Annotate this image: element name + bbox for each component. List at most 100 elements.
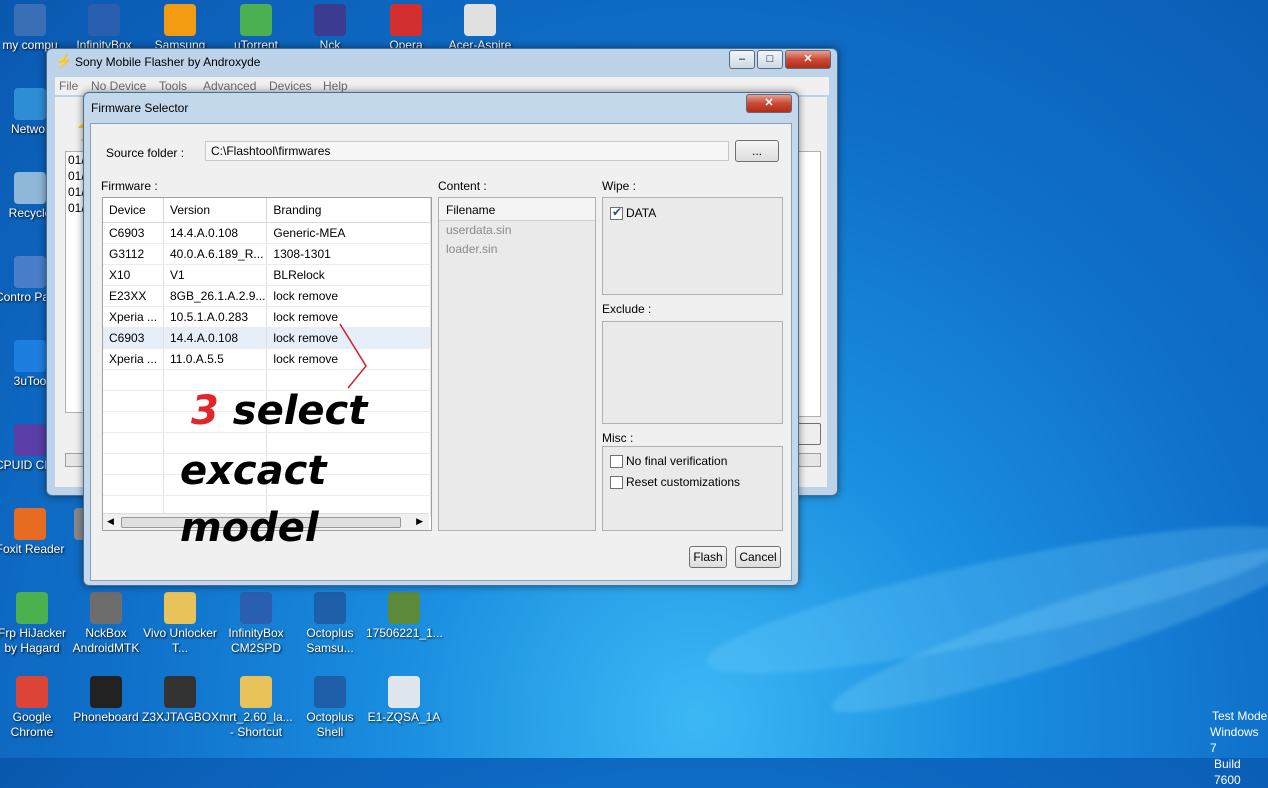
checkbox-row[interactable]: ✔ DATA bbox=[610, 205, 775, 221]
dialog-close-button[interactable]: ✕ bbox=[746, 94, 792, 113]
desktop-icon-label: Octoplus Samsu... bbox=[306, 626, 354, 655]
cell-device: C6903 bbox=[103, 222, 164, 244]
desktop-icon[interactable]: Vivo Unlocker T... bbox=[142, 592, 218, 656]
column-branding[interactable]: Branding bbox=[266, 198, 431, 223]
folder-icon bbox=[240, 676, 272, 708]
desktop-icon-label: Z3XJTAGBOX bbox=[142, 710, 220, 724]
desktop-icon[interactable]: Octoplus Samsu... bbox=[292, 592, 368, 656]
column-device[interactable]: Device bbox=[103, 198, 164, 223]
chip-icon bbox=[164, 676, 196, 708]
firmware-row[interactable]: E23XX 8GB_26.1.A.2.9... lock remove bbox=[103, 285, 431, 307]
desktop-icon[interactable]: Samsung bbox=[142, 4, 218, 53]
menu-help[interactable]: Help bbox=[323, 79, 348, 93]
desktop-icon-label: 17506221_1... bbox=[366, 626, 443, 640]
column-version[interactable]: Version bbox=[163, 198, 268, 223]
checkbox[interactable] bbox=[610, 455, 623, 468]
browse-button[interactable]: ... bbox=[735, 140, 779, 162]
dialog-title: Firmware Selector bbox=[91, 101, 189, 115]
cancel-button[interactable]: Cancel bbox=[735, 546, 781, 568]
desktop-icon[interactable]: Acer-Aspire bbox=[442, 4, 518, 53]
desktop-icon[interactable]: Google Chrome bbox=[0, 676, 70, 740]
document-icon bbox=[464, 4, 496, 36]
empty-cell bbox=[103, 390, 164, 412]
content-list: Filename userdata.sin loader.sin bbox=[438, 197, 596, 531]
cell-device: Xperia ... bbox=[103, 306, 164, 328]
lightning-icon: ⚡ bbox=[55, 53, 73, 69]
desktop-icon[interactable]: InfinityBox CM2SPD bbox=[218, 592, 294, 656]
main-window-titlebar[interactable]: ⚡ Sony Mobile Flasher by Androxyde – □ ✕ bbox=[47, 49, 837, 75]
menu-file[interactable]: File bbox=[59, 79, 78, 93]
nckbox-icon bbox=[90, 592, 122, 624]
desktop-icon[interactable]: NckBox AndroidMTK bbox=[68, 592, 144, 656]
foxit-icon bbox=[14, 508, 46, 540]
desktop-icon[interactable]: Frp HiJacker by Hagard bbox=[0, 592, 70, 656]
firmware-row[interactable]: Xperia ... 11.0.A.5.5 lock remove bbox=[103, 348, 431, 370]
cpuid-icon bbox=[14, 424, 46, 456]
maximize-button[interactable]: □ bbox=[757, 50, 783, 69]
checkbox[interactable] bbox=[610, 476, 623, 489]
menu-no-device[interactable]: No Device bbox=[91, 79, 146, 93]
exclude-box bbox=[602, 321, 783, 424]
checkbox-label: Reset customizations bbox=[626, 475, 741, 489]
desktop-icon[interactable]: uTorrent bbox=[218, 4, 294, 53]
empty-cell bbox=[103, 411, 164, 433]
cell-branding: lock remove bbox=[266, 285, 431, 307]
content-header[interactable]: Filename bbox=[439, 198, 595, 221]
firmware-header-row: Device Version Branding bbox=[103, 198, 431, 223]
desktop-icon[interactable]: my compu bbox=[0, 4, 68, 53]
desktop-icon[interactable]: Z3XJTAGBOX bbox=[142, 676, 220, 725]
desktop-icon[interactable]: mrt_2.60_la... - Shortcut bbox=[218, 676, 294, 740]
source-folder-value: C:\Flashtool\firmwares bbox=[211, 144, 331, 158]
menu-advanced[interactable]: Advanced bbox=[203, 79, 256, 93]
annotation-line2: excact bbox=[180, 448, 327, 494]
desktop-icon[interactable]: Octoplus Shell bbox=[292, 676, 368, 740]
cell-version: 14.4.A.0.108 bbox=[163, 327, 268, 349]
desktop-icon-label: mrt_2.60_la... - Shortcut bbox=[219, 710, 293, 739]
cell-version: 10.5.1.A.0.283 bbox=[163, 306, 268, 328]
desktop-icon[interactable]: Opera bbox=[368, 4, 444, 53]
firmware-row[interactable]: G3112 40.0.A.6.189_R... 1308-1301 bbox=[103, 243, 431, 265]
desktop-icon-label: Octoplus Shell bbox=[306, 710, 354, 739]
flash-button[interactable]: Flash bbox=[689, 546, 727, 568]
menu-devices[interactable]: Devices bbox=[269, 79, 312, 93]
scroll-right-arrow[interactable]: ▶ bbox=[416, 516, 423, 527]
desktop-icon[interactable]: Phoneboard bbox=[68, 676, 144, 725]
checkbox[interactable]: ✔ bbox=[610, 205, 623, 220]
test-mode-watermark: Test Mode Windows 7 Build 7600 bbox=[1210, 708, 1268, 788]
chrome-icon bbox=[16, 676, 48, 708]
cell-version: 40.0.A.6.189_R... bbox=[163, 243, 268, 265]
infinitybox-icon bbox=[240, 592, 272, 624]
cell-version: 8GB_26.1.A.2.9... bbox=[163, 285, 268, 307]
wipe-label: Wipe : bbox=[602, 179, 637, 193]
close-button[interactable]: ✕ bbox=[785, 50, 831, 69]
firmware-row[interactable]: Xperia ... 10.5.1.A.0.283 lock remove bbox=[103, 306, 431, 328]
menu-tools[interactable]: Tools bbox=[159, 79, 187, 93]
cell-branding: 1308-1301 bbox=[266, 243, 431, 265]
desktop-icon[interactable]: 17506221_1... bbox=[366, 592, 443, 641]
scroll-left-arrow[interactable]: ◀ bbox=[107, 516, 114, 527]
annotation-select: select bbox=[218, 388, 368, 434]
firmware-row[interactable]: C6903 14.4.A.0.108 Generic-MEA bbox=[103, 222, 431, 244]
kies-icon bbox=[164, 4, 196, 36]
annotation-number: 3 bbox=[191, 388, 219, 434]
misc-label: Misc : bbox=[602, 431, 634, 445]
exclude-label: Exclude : bbox=[602, 302, 652, 316]
desktop-icon[interactable]: E1-ZQSA_1A bbox=[366, 676, 442, 725]
desktop-icon[interactable]: InfinityBox bbox=[66, 4, 142, 53]
empty-cell bbox=[103, 453, 164, 475]
source-folder-field[interactable]: C:\Flashtool\firmwares bbox=[205, 141, 729, 161]
annotation-arrow bbox=[339, 323, 367, 389]
dialog-titlebar[interactable]: Firmware Selector ✕ bbox=[84, 93, 798, 119]
desktop-icon[interactable]: Nck bbox=[292, 4, 368, 53]
cell-branding: BLRelock bbox=[266, 264, 431, 286]
content-file-item[interactable]: loader.sin bbox=[439, 240, 595, 259]
cell-device: C6903 bbox=[103, 327, 164, 349]
annotation-line3: model bbox=[180, 505, 319, 551]
content-file-item[interactable]: userdata.sin bbox=[439, 221, 595, 240]
firmware-row[interactable]: C6903 14.4.A.0.108 lock remove bbox=[103, 327, 431, 349]
checkbox-row[interactable]: No final verification bbox=[610, 453, 775, 469]
firmware-row[interactable]: X10 V1 BLRelock bbox=[103, 264, 431, 286]
cell-device: E23XX bbox=[103, 285, 164, 307]
checkbox-row[interactable]: Reset customizations bbox=[610, 474, 775, 490]
minimize-button[interactable]: – bbox=[729, 50, 755, 69]
